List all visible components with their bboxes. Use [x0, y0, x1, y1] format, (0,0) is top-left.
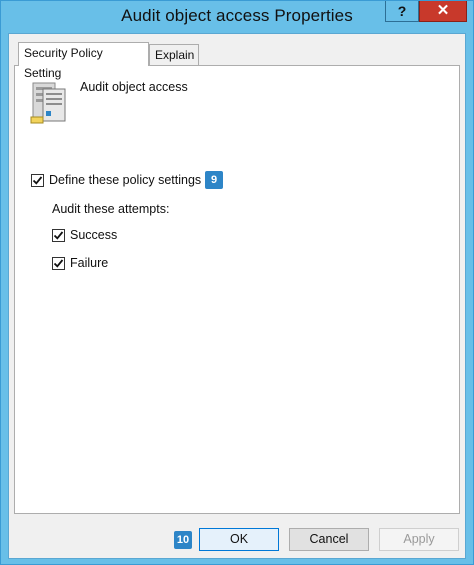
- step-badge-10: 10: [174, 531, 192, 549]
- cancel-button[interactable]: Cancel: [289, 528, 369, 551]
- failure-option[interactable]: Failure: [52, 256, 108, 270]
- title-bar[interactable]: Audit object access Properties ? ✕: [1, 1, 473, 33]
- failure-checkbox[interactable]: [52, 256, 65, 270]
- tab-explain[interactable]: Explain: [149, 44, 199, 66]
- checkmark-icon: [32, 175, 43, 185]
- server-policy-icon: [29, 79, 69, 125]
- tab-security-policy-setting[interactable]: Security Policy Setting: [18, 42, 149, 80]
- failure-label: Failure: [70, 256, 109, 270]
- dialog-client-area: Security Policy Setting Explain Audit ob…: [8, 33, 466, 559]
- checkmark-icon: [53, 258, 64, 268]
- help-button[interactable]: ?: [385, 1, 419, 22]
- define-settings-checkbox[interactable]: [31, 173, 44, 187]
- define-settings-option[interactable]: Define these policy settings: [31, 173, 201, 187]
- success-option[interactable]: Success: [52, 228, 117, 242]
- close-icon: ✕: [436, 2, 450, 19]
- apply-button[interactable]: Apply: [379, 528, 459, 551]
- ok-button[interactable]: OK: [199, 528, 279, 551]
- step-badge-9: 9: [205, 171, 223, 189]
- audit-attempts-label: Audit these attempts:: [52, 202, 170, 216]
- define-settings-label: Define these policy settings: [49, 173, 202, 187]
- close-button[interactable]: ✕: [419, 1, 467, 22]
- checkmark-icon: [53, 230, 64, 240]
- success-label: Success: [70, 228, 118, 242]
- policy-name: Audit object access: [80, 80, 188, 94]
- properties-dialog: Audit object access Properties ? ✕ Secur…: [0, 0, 474, 565]
- success-checkbox[interactable]: [52, 228, 65, 242]
- tab-panel: Audit object access Define these policy …: [14, 65, 460, 514]
